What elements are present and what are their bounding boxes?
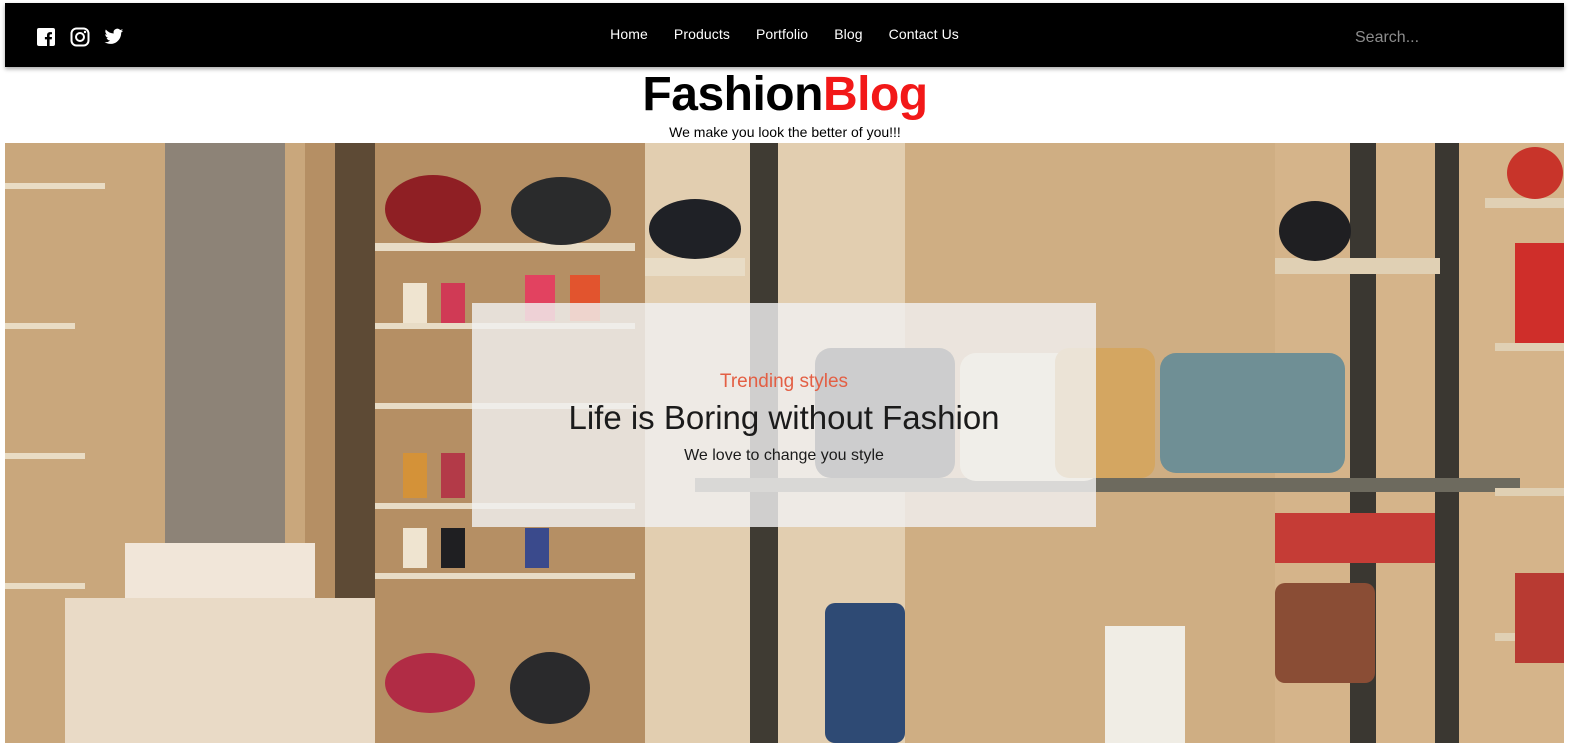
logo-text-primary: Fashion [642, 68, 823, 121]
top-navbar: Home Products Portfolio Blog Contact Us [5, 3, 1564, 67]
logo-text-accent: Blog [822, 68, 928, 121]
instagram-icon[interactable] [70, 27, 90, 47]
hero-subtitle: Trending styles [719, 371, 849, 392]
site-logo[interactable]: FashionBlog [0, 68, 1570, 122]
nav-portfolio[interactable]: Portfolio [756, 26, 808, 42]
hero-overlay-card: Trending styles Life is Boring without F… [472, 303, 1096, 527]
nav-blog[interactable]: Blog [834, 26, 862, 42]
facebook-icon[interactable] [36, 27, 56, 47]
twitter-icon[interactable] [104, 27, 124, 47]
logo-title: FashionBlog [0, 68, 1570, 122]
nav-products[interactable]: Products [674, 26, 730, 42]
nav-contact-us[interactable]: Contact Us [889, 26, 959, 42]
nav-home[interactable]: Home [610, 26, 648, 42]
hero-banner: Trending styles Life is Boring without F… [5, 143, 1564, 743]
main-nav: Home Products Portfolio Blog Contact Us [5, 26, 1564, 44]
social-links [36, 27, 124, 47]
hero-description: We love to change you style [684, 447, 884, 464]
search-input[interactable] [1353, 23, 1537, 53]
site-tagline: We make you look the better of you!!! [669, 124, 901, 140]
hero-title: Life is Boring without Fashion [568, 399, 1000, 436]
